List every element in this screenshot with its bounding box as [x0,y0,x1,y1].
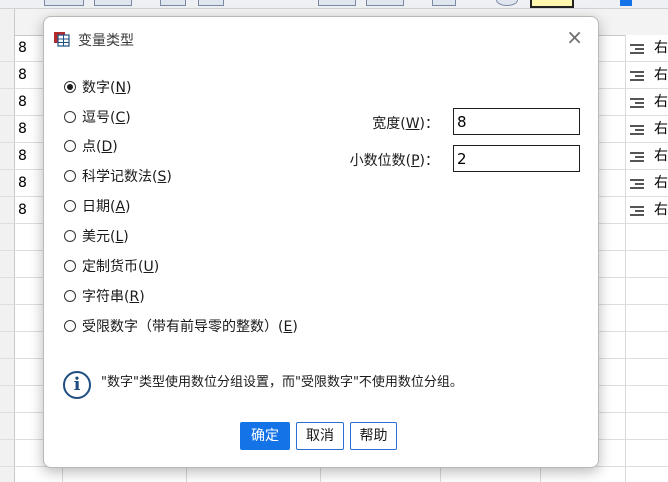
align-cell[interactable]: 右 [626,143,668,169]
toolbar-chart-icon[interactable] [160,0,186,6]
type-option-label: 科学记数法(S) [82,169,172,185]
type-option-dollar[interactable]: 美元(L) [64,226,129,246]
align-cell[interactable]: 右 [626,116,668,142]
type-option-label: 受限数字（带有前导零的整数）(E) [82,319,298,335]
align-cell[interactable]: 右 [626,62,668,88]
type-option-scientific[interactable]: 科学记数法(S) [64,166,172,186]
type-option-dot[interactable]: 点(D) [64,136,118,156]
align-cell[interactable]: 右 [626,35,668,61]
align-right-icon [630,152,644,162]
width-input[interactable]: 8 [453,108,580,135]
align-right-icon [630,71,644,81]
variable-type-app-icon [54,32,70,47]
radio[interactable] [64,140,76,152]
type-option-restricted-numeric[interactable]: 受限数字（带有前导零的整数）(E) [64,316,298,336]
align-right-icon [630,98,644,108]
dialog-title: 变量类型 [78,33,134,49]
help-button[interactable]: 帮助 [350,422,397,450]
type-option-custom-currency[interactable]: 定制货币(U) [64,256,159,276]
grid-cell[interactable]: 8 [18,170,38,196]
align-right-icon [630,125,644,135]
variable-type-dialog: 变量类型 × 数字(N) 逗号(C) 点(D) 科学记数法(S) 日期(A) 美… [43,16,599,468]
toolbar [0,0,668,9]
grid-cell[interactable]: 8 [18,197,38,223]
align-right-icon [630,206,644,216]
type-option-numeric[interactable]: 数字(N) [64,77,131,97]
type-option-label: 美元(L) [82,229,129,245]
align-cell[interactable]: 右 [626,170,668,196]
grid-cell[interactable]: 8 [18,89,38,115]
decimals-label: 小数位数(P)： [349,153,439,169]
radio[interactable] [64,320,76,332]
align-cell[interactable]: 右 [626,89,668,115]
type-option-date[interactable]: 日期(A) [64,196,131,216]
toolbar-grid-icon[interactable] [94,0,132,6]
toolbar-circle-icon[interactable] [496,0,518,6]
info-icon: i [63,371,91,399]
radio[interactable] [64,200,76,212]
close-icon[interactable]: × [566,26,583,48]
radio[interactable] [64,230,76,242]
grid-cell[interactable]: 8 [18,143,38,169]
toolbar-chart-icon[interactable] [198,0,224,6]
grid-cell[interactable]: 8 [18,62,38,88]
radio-selected[interactable] [64,81,76,93]
type-option-comma[interactable]: 逗号(C) [64,107,131,127]
type-option-label: 点(D) [82,139,118,155]
cancel-button[interactable]: 取消 [296,422,344,450]
radio[interactable] [64,170,76,182]
type-option-label: 数字(N) [82,80,132,96]
toolbar-arrow-icon[interactable] [620,0,632,6]
toolbar-search-icon[interactable] [432,0,456,6]
type-option-label: 字符串(R) [82,289,145,305]
radio[interactable] [64,290,76,302]
grid-cell[interactable]: 8 [18,35,38,61]
width-label: 宽度(W)： [372,116,439,132]
decimals-input[interactable]: 2 [453,145,580,172]
radio[interactable] [64,111,76,123]
ok-button[interactable]: 确定 [240,422,290,450]
align-right-icon [630,44,644,54]
info-message: "数字"类型使用数位分组设置，而"受限数字"不使用数位分组。 [101,375,463,390]
toolbar-highlight-icon[interactable] [530,0,574,8]
type-option-label: 逗号(C) [82,110,131,126]
radio[interactable] [64,260,76,272]
grid-cell[interactable]: 8 [18,116,38,142]
toolbar-table-icon[interactable] [44,0,84,6]
toolbar-grid-icon[interactable] [318,0,356,6]
type-option-string[interactable]: 字符串(R) [64,286,145,306]
align-right-icon [630,179,644,189]
type-option-label: 定制货币(U) [82,259,160,275]
align-cell[interactable]: 右 [626,197,668,223]
toolbar-grid-icon[interactable] [366,0,404,6]
type-option-label: 日期(A) [82,199,131,215]
